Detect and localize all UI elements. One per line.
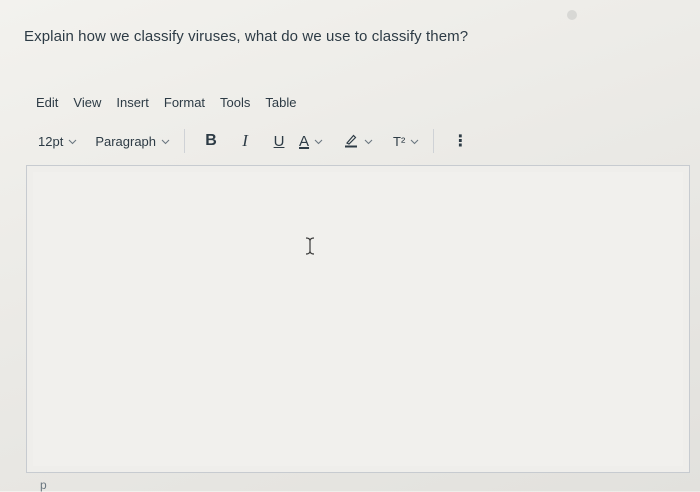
chevron-down-icon [364, 137, 373, 146]
status-bar-path: p [40, 478, 47, 492]
question-text: Explain how we classify viruses, what do… [24, 28, 469, 45]
menu-format[interactable]: Format [164, 95, 205, 110]
text-cursor-icon [304, 236, 316, 261]
editor-content-area[interactable] [33, 172, 683, 466]
block-format-select[interactable]: Paragraph [95, 134, 170, 149]
editor-menubar: Edit View Insert Format Tools Table [36, 95, 296, 110]
highlight-button[interactable] [343, 132, 373, 151]
font-size-value: 12pt [38, 133, 64, 149]
toolbar-divider [184, 129, 186, 153]
rich-text-editor[interactable] [26, 165, 690, 473]
font-color-label: A [299, 132, 310, 150]
menu-view[interactable]: View [73, 95, 101, 110]
superscript-button[interactable]: T² [393, 134, 419, 149]
underline-button[interactable]: U [267, 129, 291, 153]
highlight-icon [343, 132, 359, 151]
superscript-label: T² [393, 133, 406, 149]
menu-table[interactable]: Table [265, 95, 296, 110]
chevron-down-icon [161, 137, 170, 146]
chevron-down-icon [410, 137, 419, 146]
chevron-down-icon [314, 137, 323, 146]
bold-button[interactable]: B [199, 129, 223, 153]
more-options-icon[interactable]: ⋮ [448, 129, 472, 153]
italic-button[interactable]: I [233, 129, 257, 153]
menu-tools[interactable]: Tools [220, 95, 250, 110]
editor-toolbar: 12pt Paragraph B I U A T² ⋮ [38, 128, 472, 154]
block-format-value: Paragraph [95, 133, 157, 149]
menu-edit[interactable]: Edit [36, 95, 58, 110]
chevron-down-icon [68, 137, 77, 146]
toolbar-divider [433, 129, 435, 153]
font-size-select[interactable]: 12pt [38, 134, 77, 149]
decorative-dot [567, 10, 577, 20]
menu-insert[interactable]: Insert [116, 95, 149, 110]
font-color-button[interactable]: A [299, 133, 323, 150]
